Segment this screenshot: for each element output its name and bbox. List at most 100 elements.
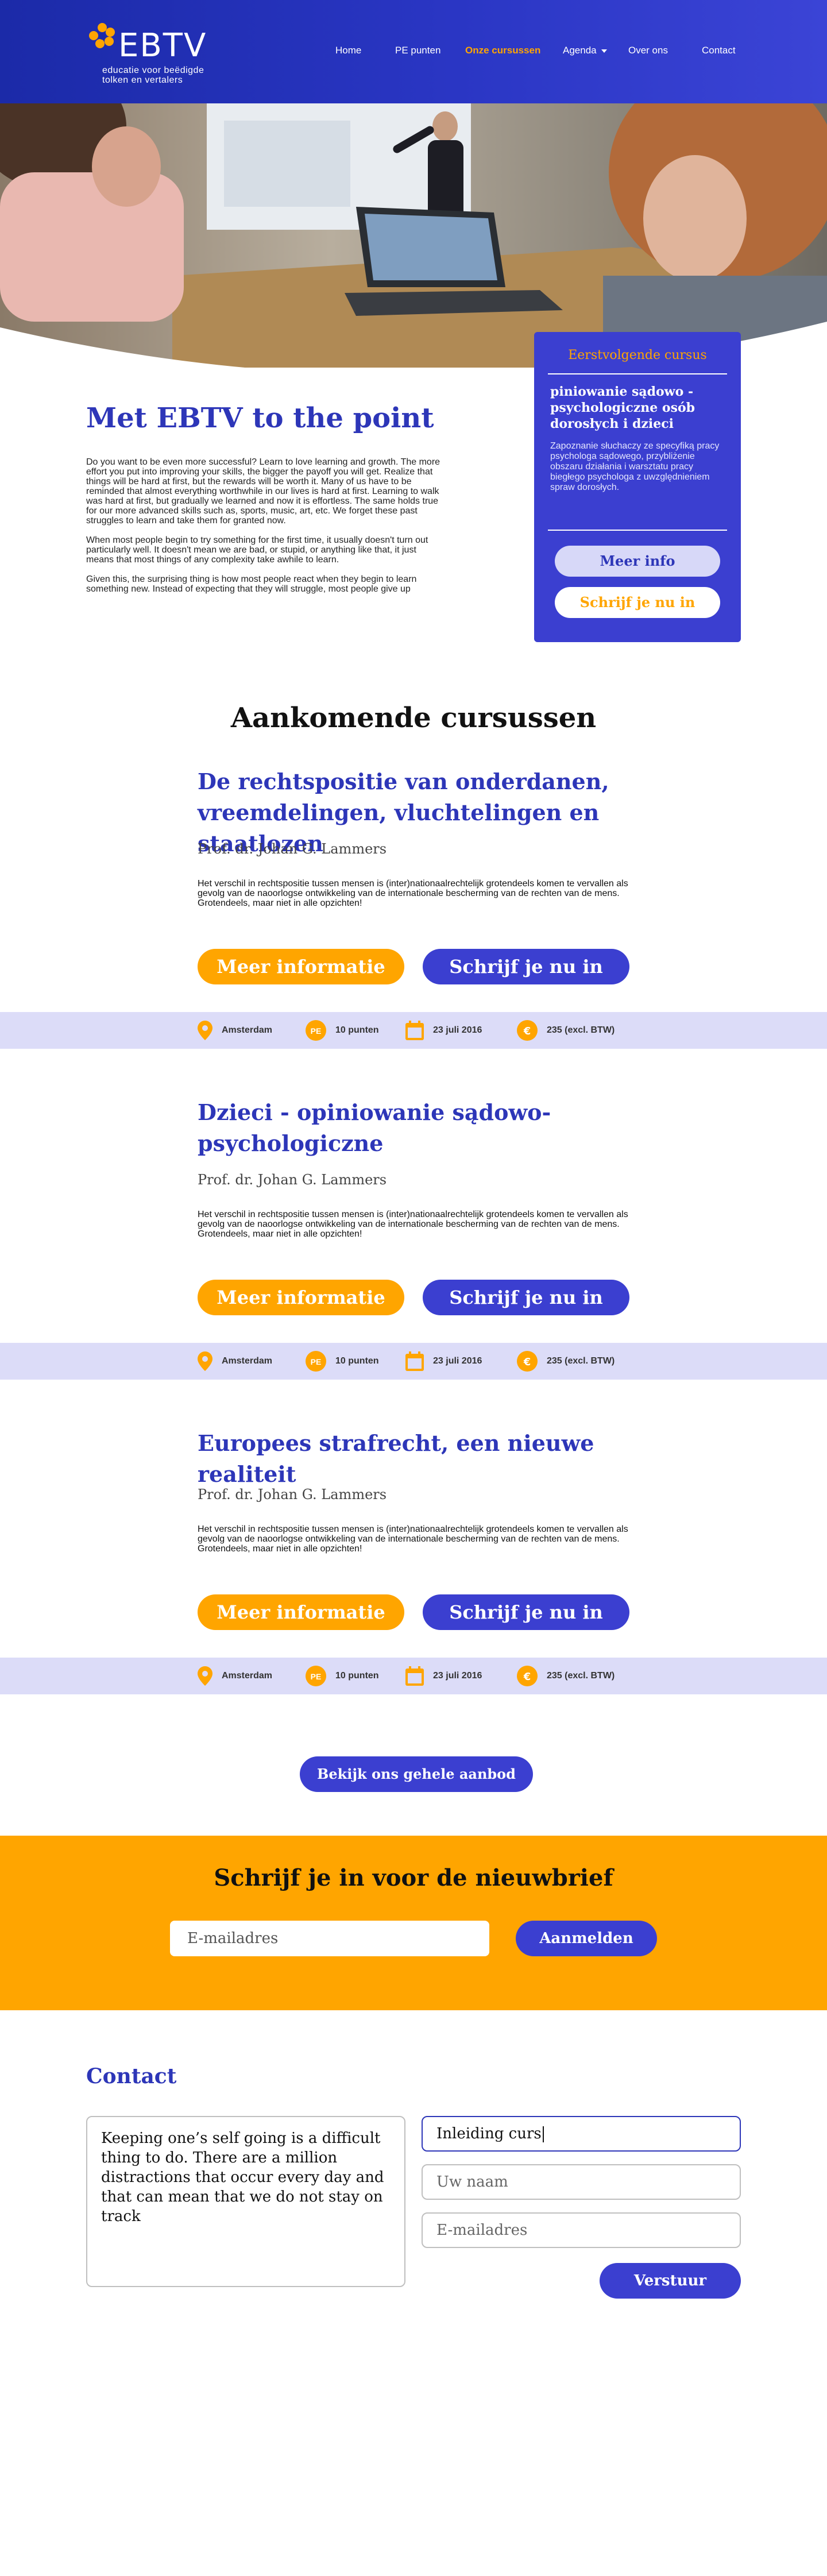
course-points: PE 10 punten	[306, 1012, 379, 1049]
course-meta-bar: Amsterdam PE 10 punten 23 juli 2016 € 23…	[0, 1658, 827, 1694]
euro-symbol: €	[523, 1356, 531, 1368]
course-points: PE 10 punten	[306, 1343, 379, 1380]
nav-agenda[interactable]: Agenda	[563, 45, 607, 59]
subscribe-button[interactable]: Aanmelden	[516, 1921, 657, 1956]
course-date: 23 juli 2016	[405, 1343, 482, 1380]
course-teacher: Prof. dr. Johan G. Lammers	[198, 1172, 387, 1188]
course-points: PE 10 punten	[306, 1658, 379, 1694]
enroll-button[interactable]: Schrijf je nu in	[423, 1280, 629, 1315]
name-input[interactable]: Uw naam	[422, 2164, 741, 2200]
send-button[interactable]: Verstuur	[600, 2263, 741, 2299]
intro-paragraph: Do you want to be even more successful? …	[86, 457, 440, 526]
course-meta-bar: Amsterdam PE 10 punten 23 juli 2016 € 23…	[0, 1343, 827, 1380]
pe-badge-icon: PE	[306, 1020, 326, 1041]
course-date: 23 juli 2016	[405, 1012, 482, 1049]
text-cursor	[542, 2126, 544, 2142]
pe-badge-text: PE	[311, 1672, 322, 1681]
euro-icon: €	[517, 1351, 538, 1372]
intro-text: Do you want to be even more successful? …	[86, 457, 445, 643]
more-info-button[interactable]: Meer info	[555, 546, 720, 577]
next-course-label: Eerstvolgende cursus	[568, 348, 707, 362]
location-label: Amsterdam	[222, 1671, 273, 1681]
message-textarea[interactable]: Keeping one’s self going is a difficult …	[86, 2116, 405, 2287]
date-label: 23 juli 2016	[433, 1356, 482, 1366]
course-price: € 235 (excl. BTW)	[517, 1343, 615, 1380]
upcoming-courses-title: Aankomende cursussen	[230, 702, 597, 734]
course-location: Amsterdam	[198, 1343, 272, 1380]
price-label: 235 (excl. BTW)	[547, 1356, 615, 1366]
course-location: Amsterdam	[198, 1012, 272, 1049]
euro-icon: €	[517, 1020, 538, 1041]
logo-wordmark: EBTV	[118, 27, 207, 64]
location-label: Amsterdam	[222, 1025, 273, 1035]
location-pin-icon	[198, 1666, 212, 1686]
hero-photo	[0, 103, 827, 368]
calendar-icon	[405, 1021, 424, 1040]
course-location: Amsterdam	[198, 1658, 272, 1694]
nav-contact[interactable]: Contact	[702, 45, 736, 59]
nav-home[interactable]: Home	[335, 45, 361, 59]
intro-paragraph: Given this, the surprising thing is how …	[86, 574, 417, 594]
nav-pe-punten[interactable]: PE punten	[395, 45, 440, 59]
calendar-icon	[405, 1351, 424, 1371]
location-pin-icon	[198, 1021, 212, 1040]
intro-title: Met EBTV to the point	[86, 402, 434, 434]
ebtv-logo[interactable]: EBTV educatie voor beëdigde tolken en ve…	[86, 21, 218, 85]
euro-symbol: €	[523, 1025, 531, 1037]
course-description: Het verschil in rechtspositie tussen men…	[198, 1210, 628, 1239]
course-date: 23 juli 2016	[405, 1658, 482, 1694]
course-price: € 235 (excl. BTW)	[517, 1012, 615, 1049]
euro-icon: €	[517, 1666, 538, 1686]
enroll-button[interactable]: Schrijf je nu in	[555, 587, 720, 618]
points-label: 10 punten	[335, 1356, 379, 1366]
course-price: € 235 (excl. BTW)	[517, 1658, 615, 1694]
date-label: 23 juli 2016	[433, 1671, 482, 1681]
logo-tagline-line-2: tolken en vertalers	[102, 75, 183, 85]
divider	[548, 373, 727, 374]
course-description: Het verschil in rechtspositie tussen men…	[198, 879, 628, 908]
newsletter-title: Schrijf je in voor de nieuwbrief	[214, 1864, 613, 1891]
price-label: 235 (excl. BTW)	[547, 1671, 615, 1681]
next-course-title[interactable]: piniowanie sądowo - psychologiczne osób …	[550, 384, 722, 432]
location-label: Amsterdam	[222, 1356, 273, 1366]
points-label: 10 punten	[335, 1025, 379, 1035]
enroll-button[interactable]: Schrijf je nu in	[423, 1594, 629, 1630]
euro-symbol: €	[523, 1671, 531, 1683]
enroll-button[interactable]: Schrijf je nu in	[423, 949, 629, 984]
divider	[548, 530, 727, 531]
nav-agenda-label: Agenda	[563, 45, 597, 56]
course-teacher: Prof. dr. Johan G. Lammers	[198, 1486, 387, 1503]
date-label: 23 juli 2016	[433, 1025, 482, 1035]
site-header: EBTV educatie voor beëdigde tolken en ve…	[0, 0, 827, 103]
pe-badge-text: PE	[311, 1026, 322, 1036]
contact-title: Contact	[86, 2064, 177, 2088]
view-all-courses-button[interactable]: Bekijk ons gehele aanbod	[300, 1756, 533, 1792]
course-title[interactable]: Dzieci - opiniowanie sądowo-psychologicz…	[198, 1097, 634, 1159]
location-pin-icon	[198, 1351, 212, 1371]
subject-input-value: Inleiding curs	[436, 2125, 542, 2142]
calendar-icon	[405, 1666, 424, 1686]
course-meta-bar: Amsterdam PE 10 punten 23 juli 2016 € 23…	[0, 1012, 827, 1049]
newsletter-email-input[interactable]: E-mailadres	[170, 1921, 489, 1956]
intro-paragraph: When most people begin to try something …	[86, 535, 428, 565]
course-title[interactable]: Europees strafrecht, een nieuwe realitei…	[198, 1428, 634, 1490]
caret-down-icon	[601, 49, 607, 53]
next-course-card: Eerstvolgende cursus piniowanie sądowo -…	[534, 332, 741, 642]
course-teacher: Prof. dr. Johan G. Lammers	[198, 841, 387, 857]
subject-input[interactable]: Inleiding curs	[422, 2116, 741, 2152]
more-information-button[interactable]: Meer informatie	[198, 1594, 404, 1630]
next-course-description: Zapoznanie słuchaczy ze specyfiką pracy …	[550, 441, 720, 492]
email-input[interactable]: E-mailadres	[422, 2212, 741, 2248]
newsletter-section: Schrijf je in voor de nieuwbrief E-maila…	[0, 1836, 827, 2010]
pe-badge-text: PE	[311, 1357, 322, 1366]
points-label: 10 punten	[335, 1671, 379, 1681]
nav-over-ons[interactable]: Over ons	[628, 45, 668, 59]
more-information-button[interactable]: Meer informatie	[198, 1280, 404, 1315]
logo-tagline: educatie voor beëdigde tolken en vertale…	[102, 65, 204, 85]
logo-tagline-line-1: educatie voor beëdigde	[102, 65, 204, 75]
nav-onze-cursussen[interactable]: Onze cursussen	[465, 45, 540, 59]
pe-badge-icon: PE	[306, 1666, 326, 1686]
price-label: 235 (excl. BTW)	[547, 1025, 615, 1035]
more-information-button[interactable]: Meer informatie	[198, 949, 404, 984]
course-description: Het verschil in rechtspositie tussen men…	[198, 1524, 628, 1554]
